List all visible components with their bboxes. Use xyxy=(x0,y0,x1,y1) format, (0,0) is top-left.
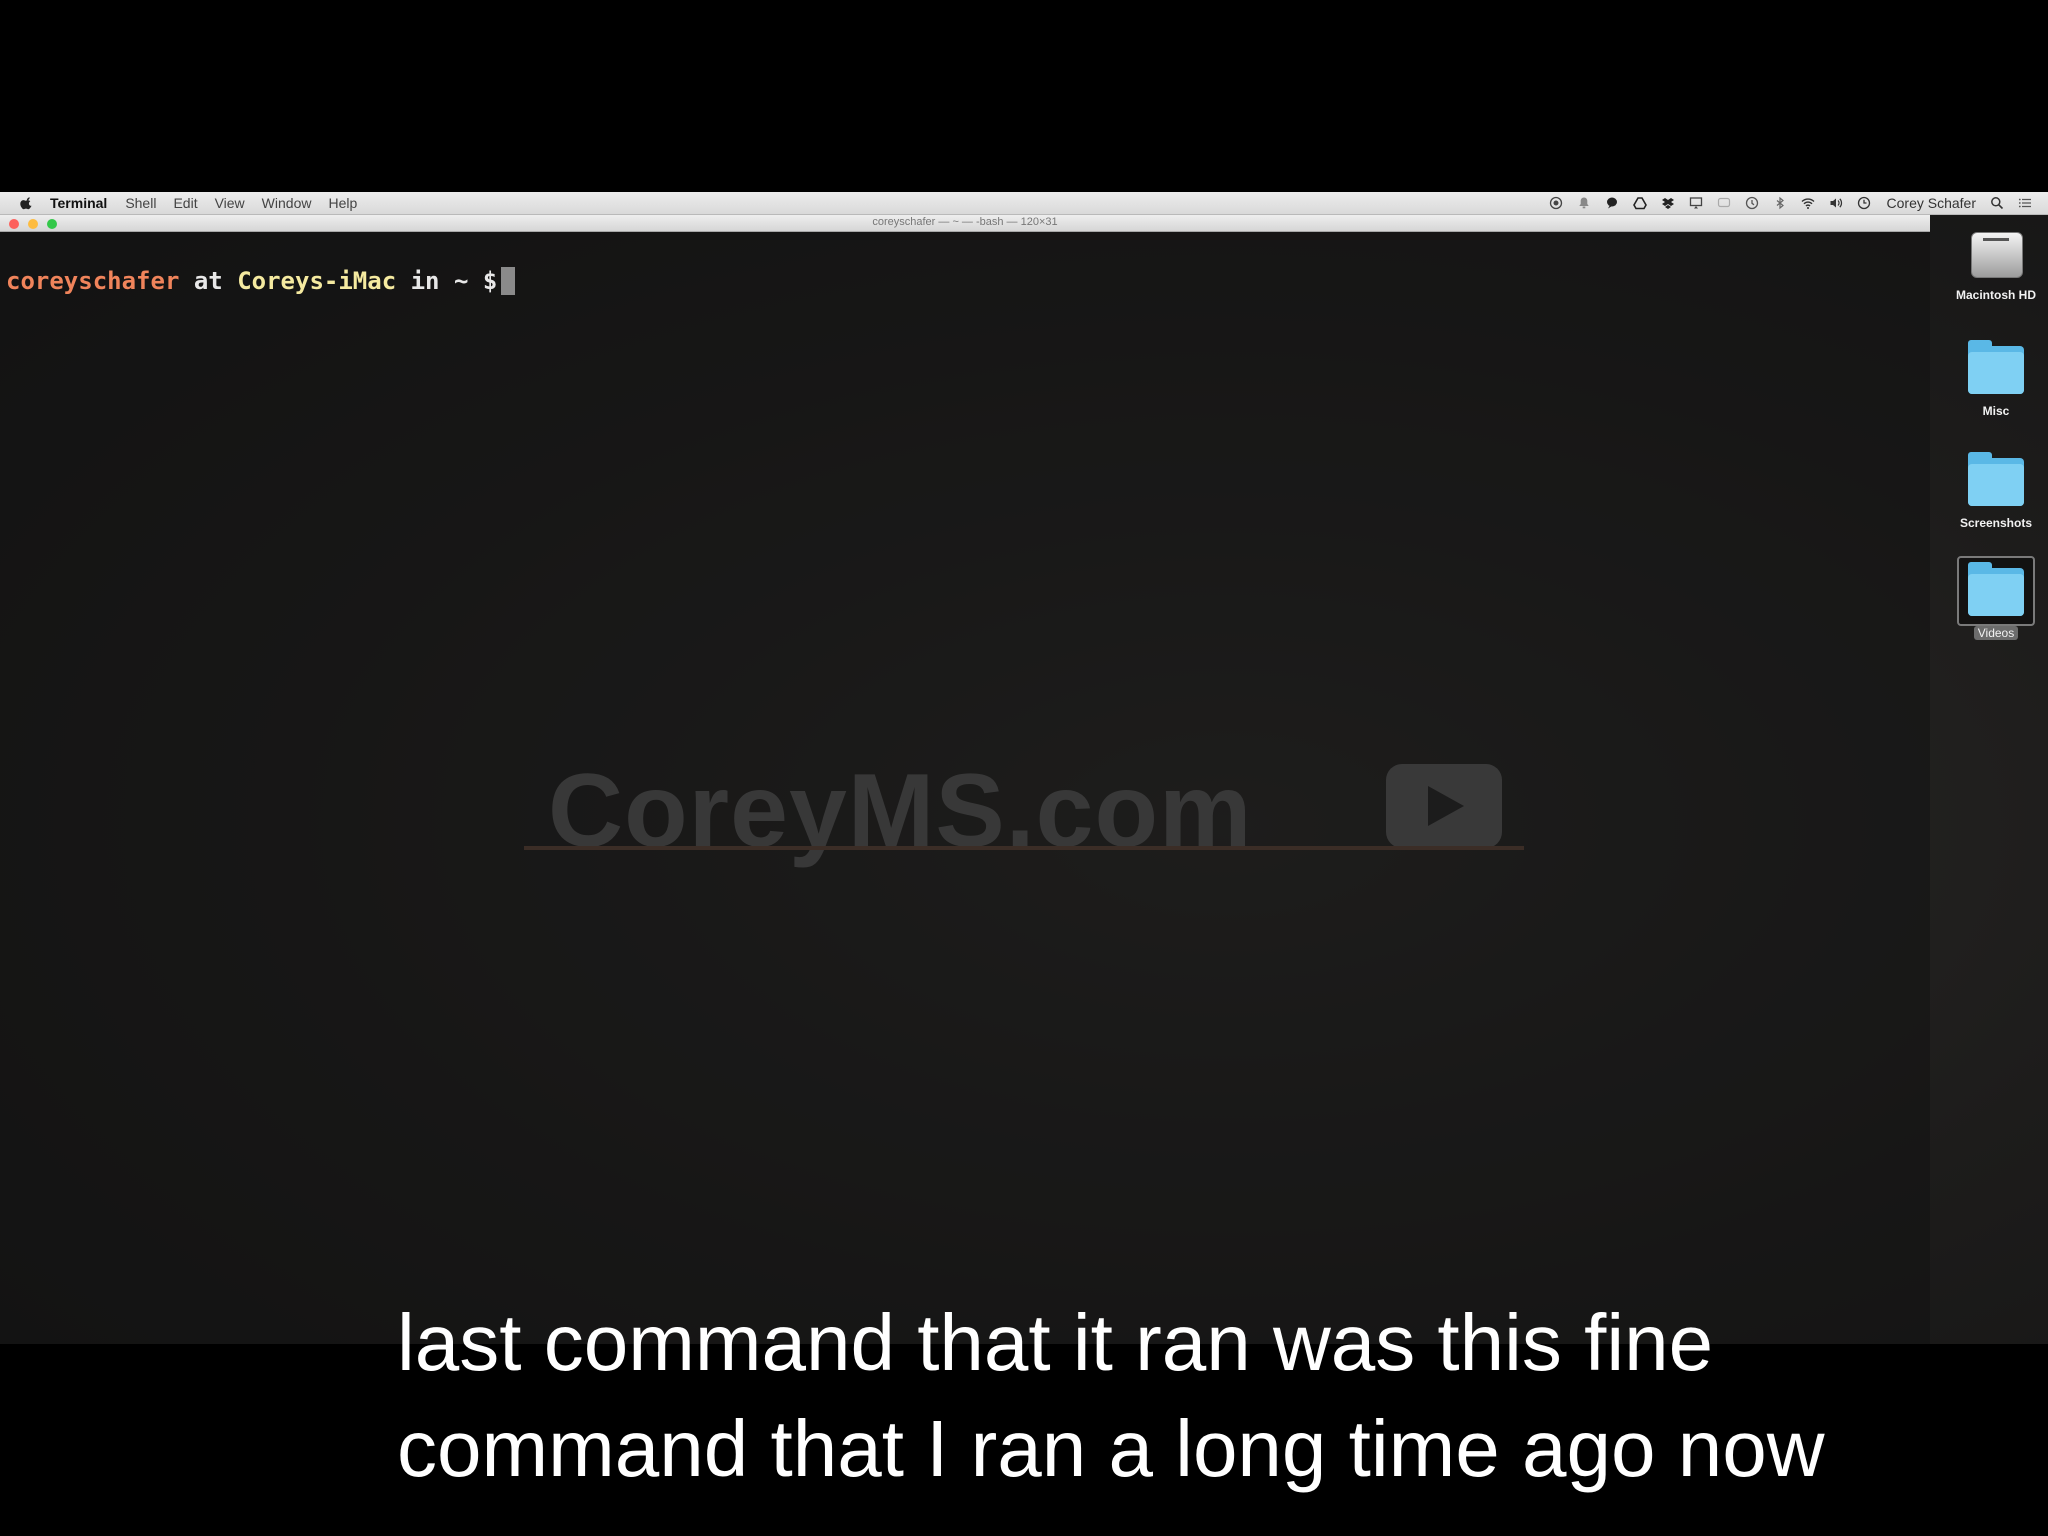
chat-bubble-icon[interactable] xyxy=(1605,196,1619,210)
prompt-path: ~ xyxy=(453,267,469,295)
desktop-item-screenshots[interactable]: Screenshots xyxy=(1936,452,2048,530)
wifi-icon[interactable] xyxy=(1801,196,1815,210)
desktop-item-label: Videos xyxy=(1973,626,2019,640)
text-cursor xyxy=(501,267,516,295)
status-menus: Corey Schafer xyxy=(1535,192,2032,214)
terminal-window[interactable]: coreyschafer — ~ — -bash — 120×31 CoreyM… xyxy=(0,215,1930,1344)
folder-icon xyxy=(1965,340,2027,398)
video-caption: last command that it ran was this fine c… xyxy=(397,1290,2037,1502)
google-drive-icon[interactable] xyxy=(1632,196,1647,210)
bluetooth-icon[interactable] xyxy=(1773,196,1787,210)
terminal-content[interactable]: CoreyMS.com coreyschafer at Coreys-iMac … xyxy=(0,232,1930,1344)
menu-edit[interactable]: Edit xyxy=(173,195,197,211)
time-machine-icon[interactable] xyxy=(1745,196,1759,210)
menu-view[interactable]: View xyxy=(215,195,245,211)
hard-drive-icon xyxy=(1965,224,2027,282)
prompt-user: coreyschafer xyxy=(6,267,180,295)
dropbox-icon[interactable] xyxy=(1661,196,1675,210)
desktop-item-misc[interactable]: Misc xyxy=(1936,340,2048,418)
record-icon[interactable] xyxy=(1549,196,1563,210)
messages-icon[interactable] xyxy=(1717,196,1731,210)
play-icon xyxy=(1386,764,1502,848)
desktop-item-macintosh-hd[interactable]: Macintosh HD xyxy=(1936,224,2048,302)
user-menu[interactable]: Corey Schafer xyxy=(1887,195,1976,211)
screen: Terminal Shell Edit View Window Help Cor… xyxy=(0,192,2048,1344)
notification-icon[interactable] xyxy=(1577,196,1591,210)
spotlight-search-icon[interactable] xyxy=(1990,196,2004,210)
volume-icon[interactable] xyxy=(1829,196,1843,210)
watermark: CoreyMS.com xyxy=(548,752,1502,871)
watermark-underline xyxy=(524,846,1524,850)
prompt-in: in xyxy=(410,267,440,295)
menu-shell[interactable]: Shell xyxy=(125,195,156,211)
window-title: coreyschafer — ~ — -bash — 120×31 xyxy=(872,216,1058,228)
desktop-item-videos[interactable]: Videos xyxy=(1936,556,2048,640)
menu-bar: Terminal Shell Edit View Window Help Cor… xyxy=(0,192,2048,215)
selection-highlight xyxy=(1957,556,2035,626)
notification-center-icon[interactable] xyxy=(2018,196,2032,210)
display-icon[interactable] xyxy=(1689,196,1703,210)
watermark-text: CoreyMS.com xyxy=(548,753,1253,869)
folder-icon xyxy=(1965,562,2027,620)
folder-icon xyxy=(1965,452,2027,510)
desktop-item-label: Screenshots xyxy=(1959,516,2033,530)
menu-help[interactable]: Help xyxy=(328,195,357,211)
shell-prompt: coreyschafer at Coreys-iMac in ~ $ xyxy=(6,266,516,296)
prompt-host: Coreys-iMac xyxy=(237,267,397,295)
desktop-item-label: Macintosh HD xyxy=(1955,288,2036,302)
apple-menu-icon[interactable] xyxy=(20,196,34,210)
prompt-symbol: $ xyxy=(482,267,498,295)
caption-line-1: last command that it ran was this fine xyxy=(397,1298,1714,1387)
menu-window[interactable]: Window xyxy=(262,195,312,211)
clock-icon[interactable] xyxy=(1857,196,1871,210)
window-titlebar[interactable]: coreyschafer — ~ — -bash — 120×31 xyxy=(0,215,1930,232)
prompt-at: at xyxy=(193,267,223,295)
menu-terminal[interactable]: Terminal xyxy=(50,195,107,211)
caption-line-2: command that I ran a long time ago now xyxy=(397,1404,1825,1493)
desktop-item-label: Misc xyxy=(1982,404,2010,418)
